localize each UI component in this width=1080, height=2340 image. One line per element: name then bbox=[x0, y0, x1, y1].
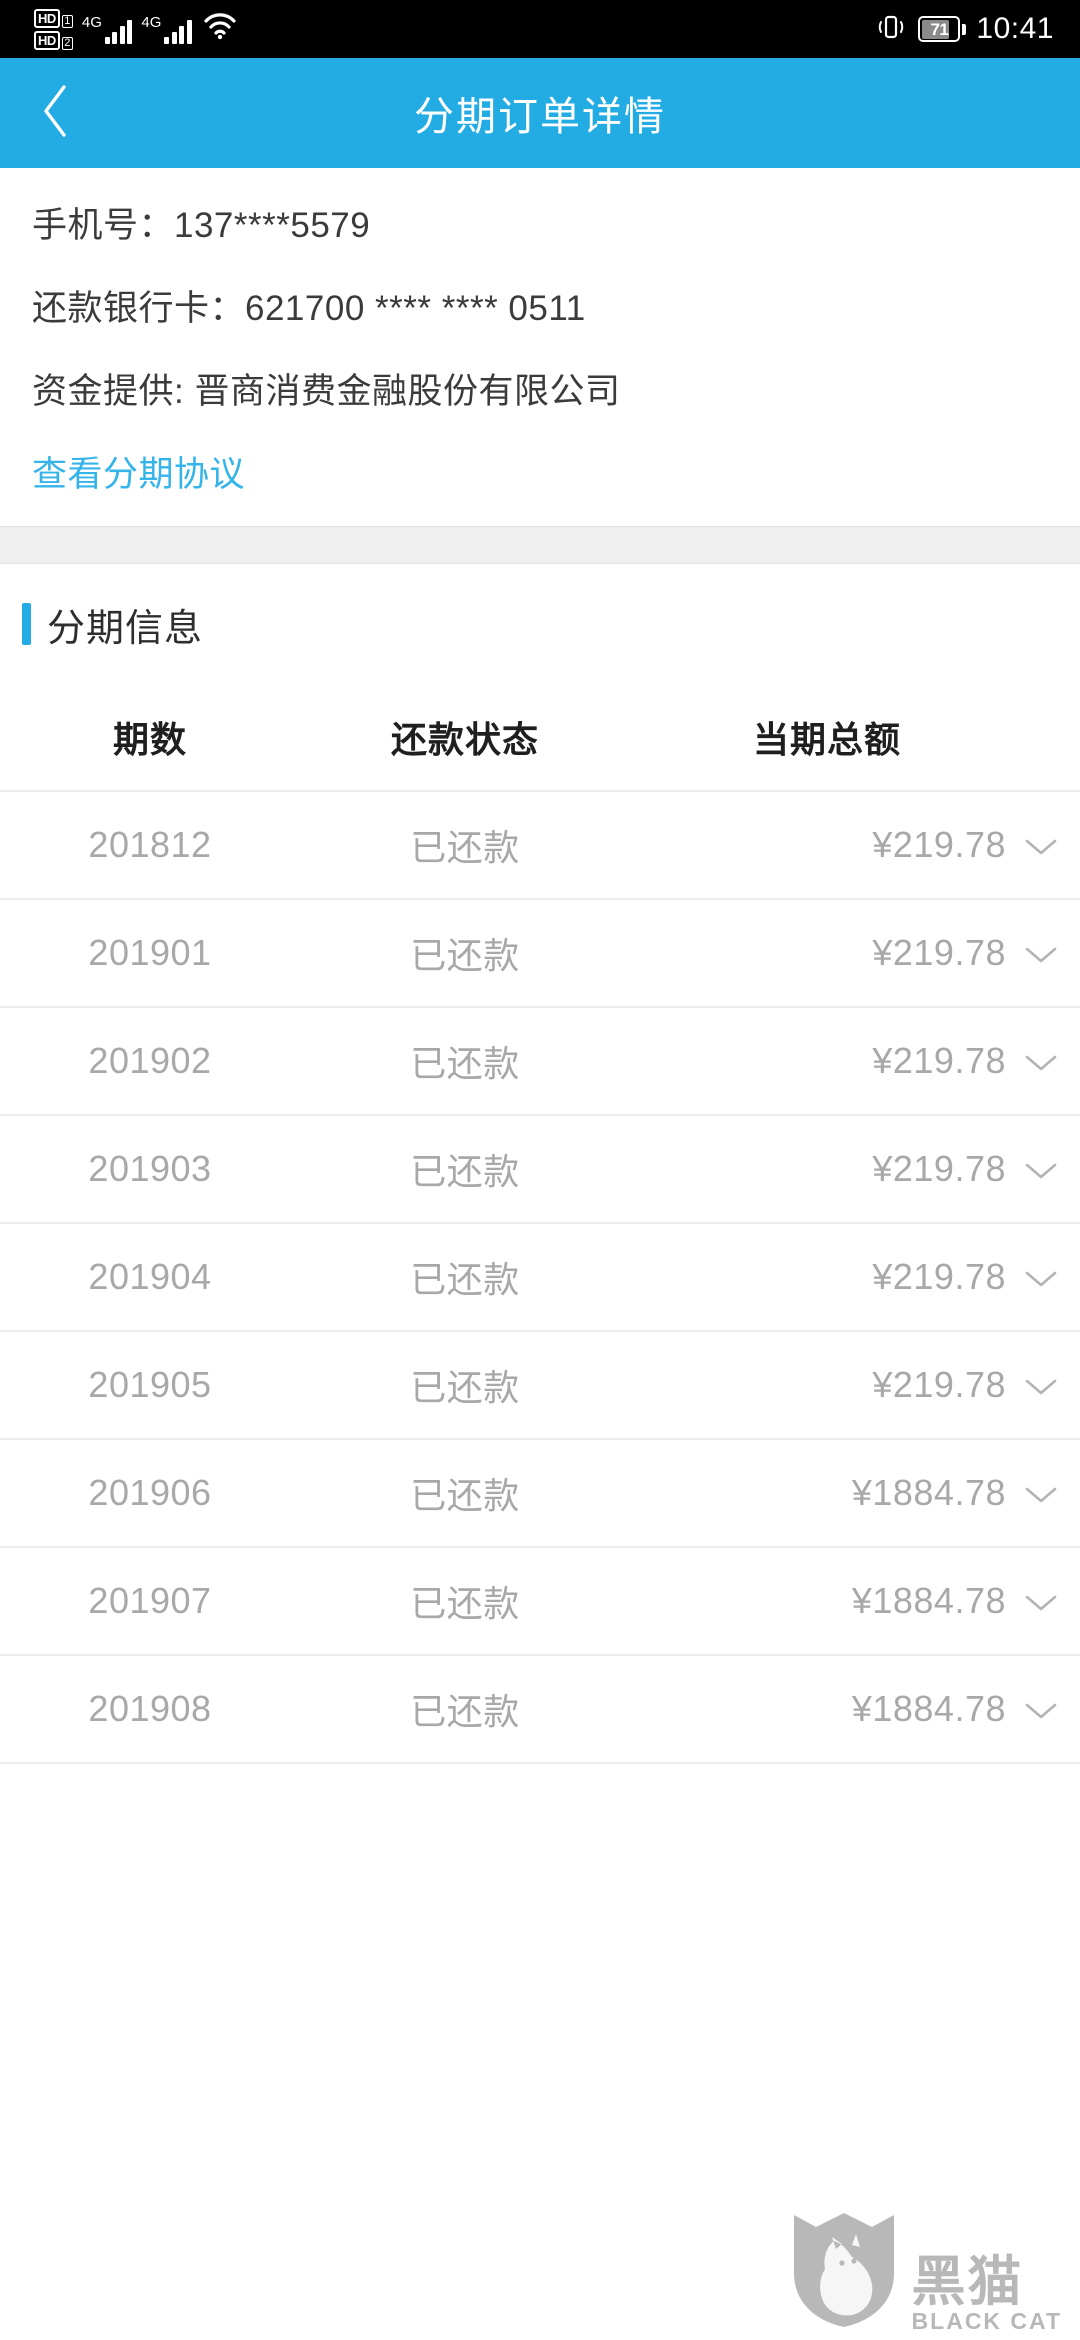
chevron-down-icon[interactable] bbox=[1024, 1364, 1058, 1406]
table-body: 201812 已还款 ¥219.78 201901 已还款 ¥219.78 201902 已还… bbox=[0, 792, 1080, 1764]
cell-repayment-status: 已还款 bbox=[410, 827, 520, 868]
dual-sim-hd-indicator: HD 1 HD 2 bbox=[34, 8, 73, 50]
cell-period: 201905 bbox=[88, 1364, 212, 1405]
table-row[interactable]: 201812 已还款 ¥219.78 bbox=[0, 792, 1080, 900]
chevron-down-icon[interactable] bbox=[1024, 1040, 1058, 1082]
cell-amount-wrapper: ¥1884.78 bbox=[630, 1688, 1080, 1730]
cat-shield-logo-icon bbox=[790, 2211, 898, 2334]
chevron-down-icon[interactable] bbox=[1024, 1256, 1058, 1298]
cell-period: 201812 bbox=[88, 824, 212, 865]
battery-icon: 71 bbox=[918, 16, 967, 42]
cell-amount: ¥219.78 bbox=[872, 1256, 1006, 1297]
status-bar: HD 1 HD 2 4G 4G 71 10:41 bbox=[0, 0, 1080, 58]
table-row[interactable]: 201901 已还款 ¥219.78 bbox=[0, 900, 1080, 1008]
installment-table: 期数 还款状态 当期总额 201812 已还款 ¥219.78 201901 已还款 ¥2… bbox=[0, 684, 1080, 1764]
chevron-down-icon[interactable] bbox=[1024, 1688, 1058, 1730]
cell-amount-wrapper: ¥219.78 bbox=[630, 824, 1080, 866]
cell-period: 201902 bbox=[88, 1040, 212, 1081]
cell-amount: ¥219.78 bbox=[872, 1040, 1006, 1081]
network-type-label-sim2: 4G bbox=[141, 13, 162, 31]
chevron-down-icon[interactable] bbox=[1024, 932, 1058, 974]
table-row[interactable]: 201904 已还款 ¥219.78 bbox=[0, 1224, 1080, 1332]
app-bar: 分期订单详情 bbox=[0, 58, 1080, 168]
table-row[interactable]: 201908 已还款 ¥1884.78 bbox=[0, 1656, 1080, 1764]
cell-amount: ¥1884.78 bbox=[851, 1688, 1006, 1729]
cell-repayment-status: 已还款 bbox=[410, 1691, 520, 1732]
cell-period: 201904 bbox=[88, 1256, 212, 1297]
cell-amount-wrapper: ¥219.78 bbox=[630, 1040, 1080, 1082]
installment-info-section-heading: 分期信息 bbox=[0, 564, 1080, 684]
wifi-icon bbox=[203, 12, 237, 45]
table-row[interactable]: 201902 已还款 ¥219.78 bbox=[0, 1008, 1080, 1116]
back-button[interactable] bbox=[0, 58, 110, 168]
network-type-label-sim1: 4G bbox=[81, 13, 102, 31]
back-chevron-icon bbox=[38, 82, 72, 145]
cell-period: 201906 bbox=[88, 1472, 212, 1513]
cell-amount-wrapper: ¥219.78 bbox=[630, 1256, 1080, 1298]
section-accent-bar bbox=[22, 603, 31, 645]
page-title: 分期订单详情 bbox=[414, 95, 666, 139]
table-row[interactable]: 201907 已还款 ¥1884.78 bbox=[0, 1548, 1080, 1656]
signal-group-sim2: 4G bbox=[141, 15, 192, 44]
cell-repayment-status: 已还款 bbox=[410, 1259, 520, 1300]
cell-repayment-status: 已还款 bbox=[410, 935, 520, 976]
cell-amount-wrapper: ¥1884.78 bbox=[630, 1580, 1080, 1622]
funding-provider-line: 资金提供: 晋商消费金融股份有限公司 bbox=[32, 372, 621, 411]
cell-period: 201901 bbox=[88, 932, 212, 973]
cell-amount-wrapper: ¥219.78 bbox=[630, 1148, 1080, 1190]
chevron-down-icon[interactable] bbox=[1024, 1148, 1058, 1190]
black-cat-watermark: 黑猫 BLACK CAT bbox=[790, 2211, 1062, 2334]
chevron-down-icon[interactable] bbox=[1024, 1580, 1058, 1622]
hd-badge-sim2: HD bbox=[34, 30, 60, 50]
table-row[interactable]: 201905 已还款 ¥219.78 bbox=[0, 1332, 1080, 1440]
repayment-bank-card-line: 还款银行卡：621700 **** **** 0511 bbox=[32, 289, 586, 328]
cell-amount: ¥1884.78 bbox=[851, 1472, 1006, 1513]
signal-group-sim1: 4G bbox=[82, 15, 133, 44]
cell-repayment-status: 已还款 bbox=[410, 1151, 520, 1192]
section-gap-divider bbox=[0, 526, 1080, 564]
view-installment-agreement-link[interactable]: 查看分期协议 bbox=[32, 457, 245, 492]
chevron-down-icon[interactable] bbox=[1024, 1472, 1058, 1514]
cell-amount: ¥1884.78 bbox=[851, 1580, 1006, 1621]
watermark-cn-label: 黑猫 bbox=[911, 2252, 1024, 2313]
cell-amount-wrapper: ¥219.78 bbox=[630, 1364, 1080, 1406]
cell-amount: ¥219.78 bbox=[872, 932, 1006, 973]
battery-percent-label: 71 bbox=[930, 19, 949, 39]
status-bar-right: 71 10:41 bbox=[876, 12, 1054, 47]
signal-bars-icon-sim2 bbox=[164, 18, 192, 44]
status-bar-clock: 10:41 bbox=[976, 12, 1054, 45]
table-row[interactable]: 201906 已还款 ¥1884.78 bbox=[0, 1440, 1080, 1548]
section-title: 分期信息 bbox=[47, 607, 204, 650]
hd-badge-sim1: HD bbox=[34, 8, 60, 28]
cell-amount-wrapper: ¥219.78 bbox=[630, 932, 1080, 974]
column-header-status: 还款状态 bbox=[390, 719, 539, 760]
sim2-index-label: 2 bbox=[61, 36, 73, 50]
cell-amount: ¥219.78 bbox=[872, 1364, 1006, 1405]
column-header-period: 期数 bbox=[112, 719, 187, 760]
cell-repayment-status: 已还款 bbox=[410, 1583, 520, 1624]
vibrate-mode-icon bbox=[876, 12, 906, 47]
column-header-amount: 当期总额 bbox=[752, 719, 901, 760]
watermark-en-label: BLACK CAT bbox=[911, 2307, 1062, 2334]
table-row[interactable]: 201903 已还款 ¥219.78 bbox=[0, 1116, 1080, 1224]
signal-bars-icon-sim1 bbox=[104, 18, 133, 44]
cell-period: 201903 bbox=[88, 1148, 212, 1189]
cell-amount: ¥219.78 bbox=[872, 1148, 1006, 1189]
cell-amount: ¥219.78 bbox=[872, 824, 1006, 865]
chevron-down-icon[interactable] bbox=[1024, 824, 1058, 866]
cell-period: 201907 bbox=[88, 1580, 212, 1621]
cell-amount-wrapper: ¥1884.78 bbox=[630, 1472, 1080, 1514]
status-bar-left: HD 1 HD 2 4G 4G bbox=[34, 8, 237, 50]
sim1-index-label: 1 bbox=[61, 14, 73, 28]
table-header-row: 期数 还款状态 当期总额 bbox=[0, 684, 1080, 792]
cell-repayment-status: 已还款 bbox=[410, 1043, 520, 1084]
order-info-card: 手机号：137****5579 还款银行卡：621700 **** **** 0… bbox=[0, 168, 1080, 526]
cell-repayment-status: 已还款 bbox=[410, 1367, 520, 1408]
cell-period: 201908 bbox=[88, 1688, 212, 1729]
phone-number-line: 手机号：137****5579 bbox=[32, 206, 371, 245]
cell-repayment-status: 已还款 bbox=[410, 1475, 520, 1516]
watermark-text: 黑猫 BLACK CAT bbox=[911, 2252, 1062, 2334]
